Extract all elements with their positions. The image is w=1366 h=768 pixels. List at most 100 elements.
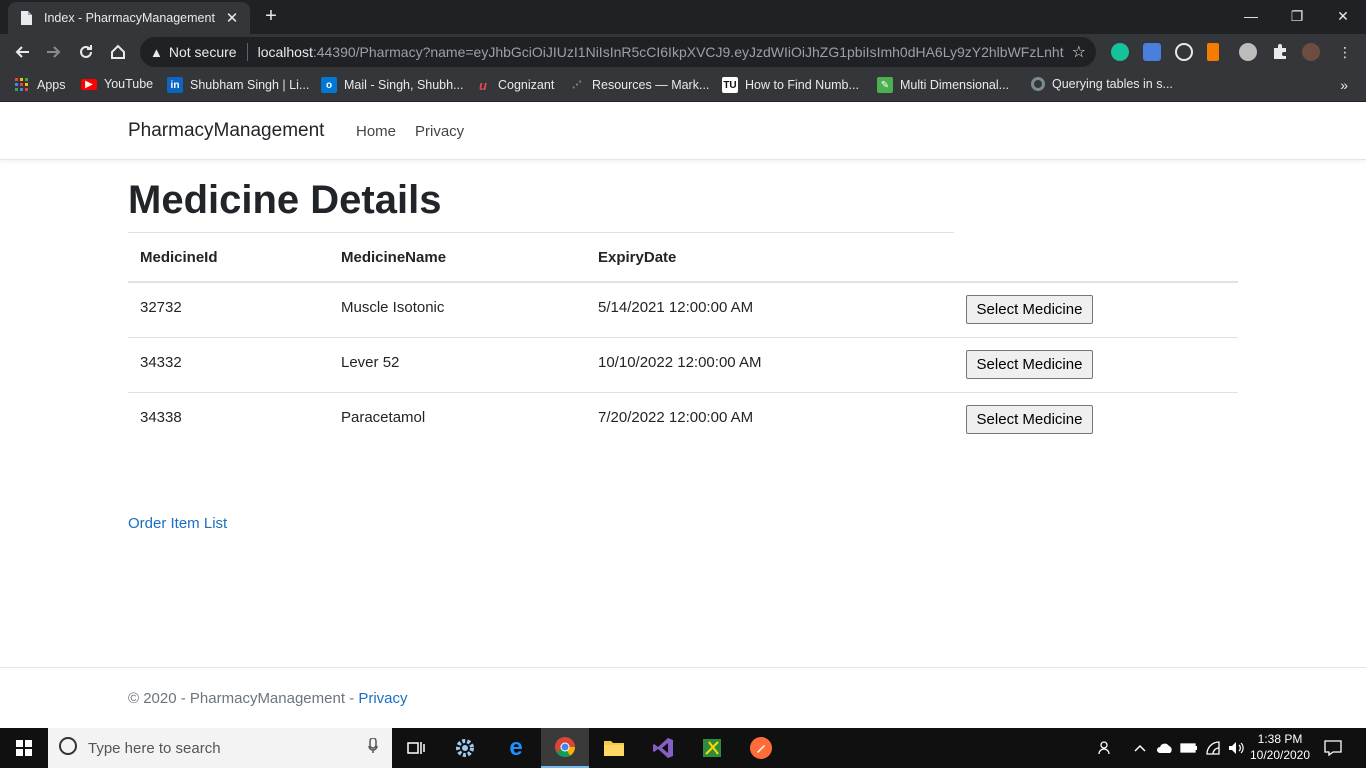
reload-icon[interactable]: [74, 41, 98, 63]
page-title: Medicine Details: [128, 178, 442, 222]
query-icon: [1031, 77, 1045, 91]
leaf-icon: ✎: [877, 77, 893, 93]
site-navbar: PharmacyManagement Home Privacy: [0, 103, 1366, 160]
select-medicine-button[interactable]: Select Medicine: [966, 350, 1093, 379]
page-icon: [18, 10, 34, 26]
edge-browser-icon[interactable]: e: [492, 728, 540, 768]
medicine-id-cell: 34338: [140, 409, 182, 426]
footer-divider: [0, 667, 1366, 668]
wifi-icon[interactable]: [1202, 728, 1224, 768]
bookmarks-bar: Apps ▶ YouTube in Shubham Singh | Li... …: [0, 70, 1366, 102]
table-header-divider: [128, 281, 1238, 283]
tray-chevron-up-icon[interactable]: [1130, 728, 1150, 768]
forward-arrow-icon[interactable]: [42, 41, 66, 63]
bookmark-multi-dimensional[interactable]: ✎ Multi Dimensional...: [877, 77, 1009, 93]
bookmark-label: Mail - Singh, Shubh...: [344, 78, 464, 92]
bookmark-mail[interactable]: o Mail - Singh, Shubh...: [321, 77, 464, 93]
battery-icon[interactable]: [1178, 728, 1200, 768]
nav-home-link[interactable]: Home: [356, 123, 396, 140]
puzzle-extensions-icon[interactable]: [1271, 43, 1289, 61]
bookmark-label: Cognizant: [498, 78, 555, 92]
clock-time: 1:38 PM: [1257, 732, 1303, 746]
extension-icon[interactable]: [1207, 43, 1219, 61]
bookmark-label: Multi Dimensional...: [900, 78, 1010, 92]
browser-title-bar: Index - PharmacyManagement ✕ + — ❐ ✕: [0, 0, 1366, 34]
nav-privacy-link[interactable]: Privacy: [415, 123, 464, 140]
bookmark-querying-tables[interactable]: Querying tables in s...: [1031, 77, 1173, 91]
cognizant-icon: u: [479, 77, 487, 93]
warning-icon[interactable]: ▲: [150, 45, 163, 60]
row-divider: [128, 392, 1238, 393]
bookmark-youtube[interactable]: ▶ YouTube: [81, 77, 153, 91]
visual-studio-icon[interactable]: [639, 728, 687, 768]
back-arrow-icon[interactable]: [10, 41, 34, 63]
search-circle-icon: [58, 736, 78, 761]
not-secure-label[interactable]: Not secure: [169, 44, 237, 60]
bookmark-label: Shubham Singh | Li...: [190, 78, 310, 92]
more-bookmarks-icon[interactable]: »: [1340, 77, 1348, 93]
people-icon[interactable]: [1094, 728, 1118, 768]
bookmark-label: Apps: [37, 78, 66, 92]
expiry-date-cell: 7/20/2022 12:00:00 AM: [598, 409, 754, 426]
bookmark-label: Resources — Mark...: [592, 78, 710, 92]
menu-kebab-icon[interactable]: ⋮: [1336, 43, 1354, 61]
medicine-name-cell: Paracetamol: [341, 409, 426, 426]
taskbar-clock[interactable]: 1:38 PM 10/20/2020: [1244, 731, 1316, 763]
file-explorer-icon[interactable]: [590, 728, 638, 768]
medicine-id-cell: 34332: [140, 354, 182, 371]
minimize-button[interactable]: —: [1228, 2, 1274, 30]
row-divider: [128, 337, 1238, 338]
extension-icon[interactable]: [1143, 43, 1161, 61]
record-extension-icon[interactable]: [1239, 43, 1257, 61]
postman-icon[interactable]: [737, 728, 785, 768]
notifications-icon[interactable]: [1320, 728, 1346, 768]
restore-button[interactable]: ❐: [1274, 2, 1320, 30]
bookmark-label: How to Find Numb...: [745, 78, 859, 92]
address-divider: [246, 43, 248, 61]
bookmark-how-to-find[interactable]: TU How to Find Numb...: [722, 77, 859, 93]
search-placeholder: Type here to search: [88, 739, 221, 757]
new-tab-button[interactable]: +: [260, 5, 282, 28]
volume-icon[interactable]: [1226, 728, 1246, 768]
bookmark-resources[interactable]: ⋰ Resources — Mark...: [569, 77, 709, 93]
outlook-icon: o: [321, 77, 337, 93]
select-medicine-button[interactable]: Select Medicine: [966, 295, 1093, 324]
onedrive-cloud-icon[interactable]: [1154, 728, 1176, 768]
settings-gear-icon[interactable]: [441, 728, 489, 768]
grammarly-extension-icon[interactable]: [1111, 43, 1129, 61]
apps-grid-icon: [14, 77, 30, 93]
title-divider: [128, 232, 954, 233]
bookmark-star-icon[interactable]: ☆: [1072, 42, 1086, 62]
select-medicine-button[interactable]: Select Medicine: [966, 405, 1093, 434]
medicine-name-cell: Muscle Isotonic: [341, 299, 445, 316]
task-view-icon[interactable]: [392, 728, 440, 768]
footer-privacy-link[interactable]: Privacy: [358, 690, 407, 707]
close-tab-icon[interactable]: ✕: [224, 9, 240, 27]
tab-title: Index - PharmacyManagement: [44, 11, 215, 25]
w-extension-icon[interactable]: [1175, 43, 1193, 61]
resources-icon: ⋰: [572, 79, 582, 91]
close-window-button[interactable]: ✕: [1320, 2, 1366, 30]
home-icon[interactable]: [106, 41, 130, 63]
windows-taskbar: Type here to search e 1:38 PM 10/20/2020: [0, 728, 1366, 768]
address-bar[interactable]: ▲ Not secure localhost :44390/Pharmacy?n…: [140, 37, 1096, 67]
browser-toolbar: ▲ Not secure localhost :44390/Pharmacy?n…: [0, 34, 1366, 70]
chrome-icon[interactable]: [541, 728, 589, 768]
bookmark-label: Querying tables in s...: [1052, 77, 1173, 91]
taskbar-search-box[interactable]: Type here to search: [48, 728, 392, 768]
windows-start-icon[interactable]: [0, 728, 48, 768]
bookmark-label: YouTube: [104, 77, 154, 91]
bookmark-linkedin[interactable]: in Shubham Singh | Li...: [167, 77, 309, 93]
snipping-tool-icon[interactable]: [688, 728, 736, 768]
bookmark-cognizant[interactable]: u Cognizant: [475, 77, 554, 93]
browser-tab[interactable]: Index - PharmacyManagement ✕: [8, 2, 250, 34]
brand-link[interactable]: PharmacyManagement: [128, 120, 324, 142]
bookmark-apps[interactable]: Apps: [14, 77, 66, 93]
order-item-list-link[interactable]: Order Item List: [128, 515, 227, 532]
youtube-icon: ▶: [81, 78, 97, 90]
footer-copyright: © 2020 - PharmacyManagement -: [128, 690, 359, 707]
microphone-icon[interactable]: [368, 736, 378, 759]
medicine-id-cell: 32732: [140, 299, 182, 316]
footer: © 2020 - PharmacyManagement - Privacy: [128, 690, 408, 707]
profile-avatar[interactable]: [1302, 43, 1320, 61]
